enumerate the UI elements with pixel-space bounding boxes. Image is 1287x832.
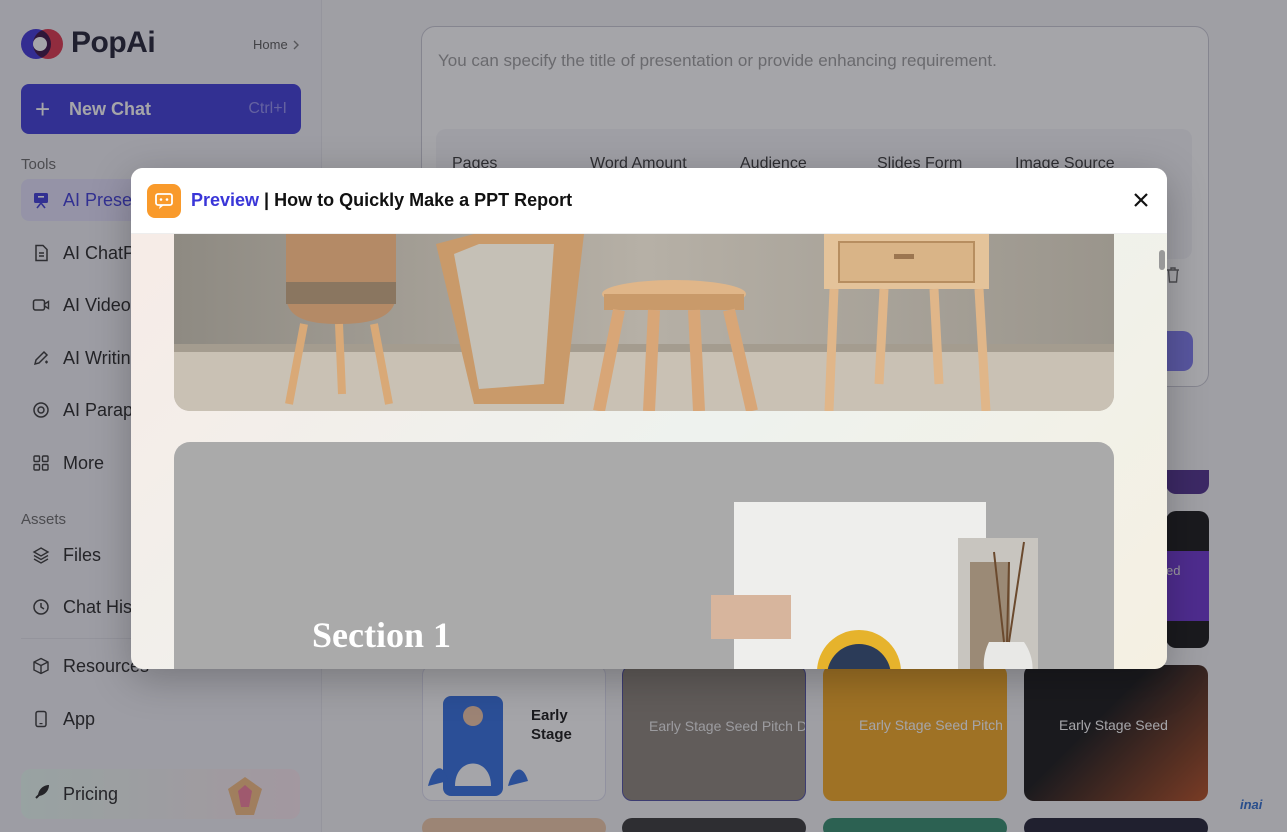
section-heading: Section 1 xyxy=(312,615,451,655)
slide-thumbnail-1 xyxy=(174,234,1114,411)
modal-scrollbar[interactable] xyxy=(1159,250,1165,270)
slide-thumbnail-2: Section 1 xyxy=(174,442,1114,669)
preview-modal: Preview | How to Quickly Make a PPT Repo… xyxy=(131,168,1167,669)
furniture-photo xyxy=(174,234,1114,411)
close-icon[interactable] xyxy=(1131,190,1151,210)
chat-bot-icon xyxy=(147,183,181,218)
modal-title: Preview | How to Quickly Make a PPT Repo… xyxy=(191,190,573,210)
modal-header: Preview | How to Quickly Make a PPT Repo… xyxy=(131,168,1167,234)
